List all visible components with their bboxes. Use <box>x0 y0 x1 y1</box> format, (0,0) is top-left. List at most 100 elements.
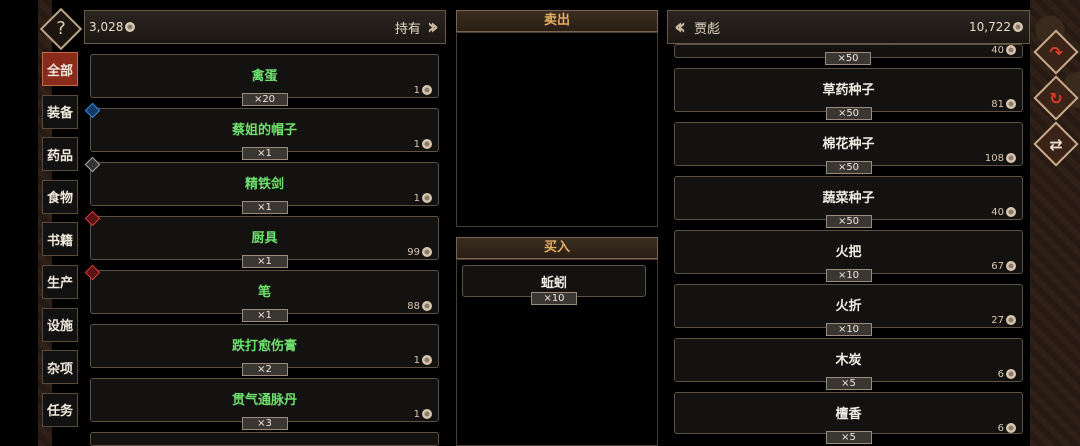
item-name: 草药种子 <box>822 83 875 98</box>
coin-icon <box>1006 207 1016 217</box>
coin-icon <box>1006 261 1016 271</box>
question-icon: ? <box>56 18 66 39</box>
list-item[interactable]: 草药种子 81 ×50 <box>674 68 1023 120</box>
list-item[interactable]: 蔡姐的帽子 1 ×1 <box>84 102 439 160</box>
redo-arrow-icon: ↷ <box>1049 42 1063 62</box>
list-item[interactable]: 火折 27 ×10 <box>674 284 1023 336</box>
qty-badge: ×50 <box>825 161 872 174</box>
coin-icon <box>125 22 136 32</box>
player-header: 3,028 持有 ›› <box>84 10 446 44</box>
item-name: 厨具 <box>251 231 278 246</box>
tab-misc[interactable]: 杂项 <box>42 350 78 385</box>
coin-icon <box>1013 22 1023 32</box>
coin-icon <box>1006 153 1016 163</box>
list-item[interactable]: 棉花种子 108 ×50 <box>674 122 1023 174</box>
tab-quests[interactable]: 任务 <box>42 392 78 427</box>
item-name: 精铁剑 <box>244 177 284 192</box>
item-price: 81 <box>991 99 1016 110</box>
qty-badge: ×50 <box>825 215 872 228</box>
qty-badge: ×2 <box>241 363 288 376</box>
item-name: 檀香 <box>835 407 862 422</box>
qty-badge: ×20 <box>241 93 288 106</box>
item-price: 108 <box>985 153 1016 164</box>
buy-list-item[interactable]: 蚯蚓 ×10 <box>462 265 646 305</box>
coin-icon <box>422 355 432 365</box>
item-name: 棉花种子 <box>822 137 875 152</box>
qty-badge: ×50 <box>825 52 871 65</box>
qty-badge: ×3 <box>241 417 288 430</box>
qty-badge: ×10 <box>531 292 577 305</box>
tab-production[interactable]: 生产 <box>42 264 78 299</box>
item-price: 67 <box>991 261 1016 272</box>
coin-icon <box>422 85 432 95</box>
item-price: 40 <box>991 45 1016 56</box>
item-name: 禽蛋 <box>251 69 278 84</box>
tab-medicine[interactable]: 药品 <box>42 137 78 172</box>
item-price: 1 <box>414 85 432 96</box>
coin-icon <box>1006 45 1016 55</box>
qty-badge: ×10 <box>825 269 872 282</box>
refresh-icon: ↻ <box>1049 88 1063 108</box>
coin-icon <box>422 139 432 149</box>
item-name: 蔬菜种子 <box>822 191 875 206</box>
item-price: 6 <box>998 369 1016 380</box>
item-name: 火把 <box>835 245 862 260</box>
list-item[interactable]: 贯气通脉丹 1 ×3 <box>90 378 439 430</box>
list-item[interactable]: 精铁剑 1 ×1 <box>84 156 439 214</box>
tab-equipment[interactable]: 装备 <box>42 94 78 129</box>
tab-books[interactable]: 书籍 <box>42 222 78 257</box>
rarity-tag-icon <box>84 102 101 119</box>
double-chevron-right-icon[interactable]: ›› <box>427 15 439 40</box>
buy-box[interactable]: 蚯蚓 ×10 <box>456 259 658 446</box>
list-item[interactable]: 禽蛋 1 ×20 <box>90 54 439 106</box>
item-name: 蚯蚓 <box>540 276 567 291</box>
coin-icon <box>1006 423 1016 433</box>
list-item[interactable]: 蔬菜种子 40 ×50 <box>674 176 1023 228</box>
sell-header: 卖出 <box>456 10 658 32</box>
player-coins: 3,028 <box>89 20 124 34</box>
coin-icon <box>1006 315 1016 325</box>
item-name: 木炭 <box>835 353 862 368</box>
item-price: 1 <box>414 355 432 366</box>
double-chevron-left-icon[interactable]: ‹‹ <box>674 15 686 40</box>
coin-icon <box>422 193 432 203</box>
tab-food[interactable]: 食物 <box>42 179 78 214</box>
qty-badge: ×1 <box>241 309 288 322</box>
item-price: 88 <box>407 301 432 312</box>
coin-icon <box>422 247 432 257</box>
list-item[interactable] <box>90 432 439 446</box>
tab-all[interactable]: 全部 <box>42 52 78 86</box>
rarity-tag-icon <box>84 210 101 227</box>
item-name: 笔 <box>257 285 271 300</box>
list-item[interactable]: 火把 67 ×10 <box>674 230 1023 282</box>
qty-badge: ×50 <box>825 107 872 120</box>
qty-badge: ×5 <box>825 431 872 444</box>
qty-badge: ×1 <box>241 255 288 268</box>
item-name: 跌打愈伤膏 <box>231 339 297 354</box>
coin-icon <box>422 301 432 311</box>
sell-box[interactable] <box>456 32 658 227</box>
qty-badge: ×5 <box>825 377 872 390</box>
item-price: 27 <box>991 315 1016 326</box>
tab-facilities[interactable]: 设施 <box>42 307 78 342</box>
merchant-coins: 10,722 <box>969 20 1011 34</box>
list-item[interactable]: 厨具 99 ×1 <box>84 210 439 268</box>
item-price: 1 <box>414 139 432 150</box>
owned-label: 持有 <box>394 21 421 37</box>
rarity-tag-icon <box>84 156 101 173</box>
item-name: 火折 <box>835 299 862 314</box>
list-item[interactable]: 跌打愈伤膏 1 ×2 <box>90 324 439 376</box>
qty-badge: ×1 <box>241 201 288 214</box>
list-item[interactable]: 檀香 6 ×5 <box>674 392 1023 444</box>
rarity-tag-icon <box>84 264 101 281</box>
swap-icon: ⇄ <box>1049 134 1063 154</box>
list-item[interactable]: 笔 88 ×1 <box>84 264 439 322</box>
coin-icon <box>422 409 432 419</box>
qty-badge: ×10 <box>825 323 872 336</box>
item-price: 1 <box>414 193 432 204</box>
merchant-header: ‹‹ 贾彪 10,722 <box>667 10 1030 44</box>
merchant-name: 贾彪 <box>694 21 721 37</box>
item-price: 99 <box>407 247 432 258</box>
item-name: 蔡姐的帽子 <box>231 123 297 138</box>
list-item[interactable]: 木炭 6 ×5 <box>674 338 1023 390</box>
